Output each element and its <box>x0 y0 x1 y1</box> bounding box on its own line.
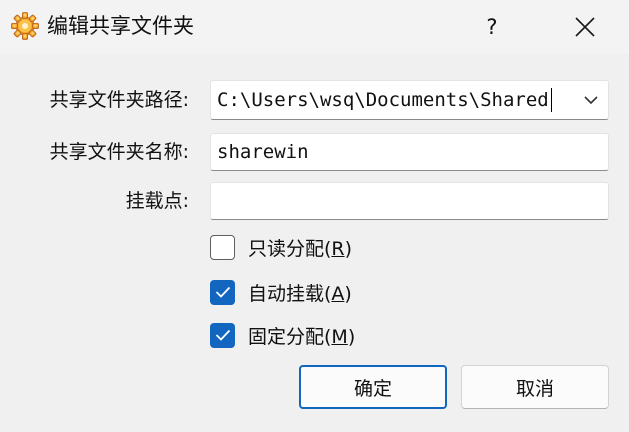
help-label: ? <box>486 15 498 39</box>
checkbox-box[interactable] <box>210 234 235 260</box>
checkmark-icon <box>215 329 230 341</box>
automount-checkbox[interactable]: 自动挂载(A) <box>210 277 352 307</box>
checkmark-icon <box>215 286 230 298</box>
gear-app-icon <box>10 11 40 41</box>
mount-input[interactable] <box>210 182 609 220</box>
help-button[interactable]: ? <box>463 0 521 54</box>
name-value: sharewin <box>217 141 309 163</box>
checkbox-label: 固定分配(M) <box>248 325 356 348</box>
checkbox-box[interactable] <box>210 322 235 348</box>
mount-label: 挂载点: <box>125 190 189 212</box>
ok-button[interactable]: 确定 <box>299 365 447 409</box>
path-value: C:\Users\wsq\Documents\Shared <box>217 89 549 111</box>
path-combobox[interactable]: C:\Users\wsq\Documents\Shared <box>210 80 609 120</box>
path-dropdown-button[interactable] <box>574 81 608 119</box>
title-bar: 编辑共享文件夹 ? <box>0 0 629 54</box>
checkbox-label: 自动挂载(A) <box>248 282 352 305</box>
close-icon <box>575 17 595 37</box>
path-value-wrap: C:\Users\wsq\Documents\Shared <box>217 81 552 119</box>
permanent-checkbox[interactable]: 固定分配(M) <box>210 320 355 350</box>
checkbox-box[interactable] <box>210 279 235 305</box>
checkbox-label: 只读分配(R) <box>248 237 353 260</box>
name-input[interactable]: sharewin <box>210 133 609 171</box>
close-button[interactable] <box>556 0 614 54</box>
window-title: 编辑共享文件夹 <box>47 14 194 38</box>
path-label: 共享文件夹路径: <box>49 89 189 111</box>
name-label: 共享文件夹名称: <box>49 141 189 163</box>
chevron-down-icon <box>584 96 598 105</box>
cancel-button[interactable]: 取消 <box>461 365 609 409</box>
text-caret <box>550 88 552 112</box>
readonly-checkbox[interactable]: 只读分配(R) <box>210 232 352 262</box>
